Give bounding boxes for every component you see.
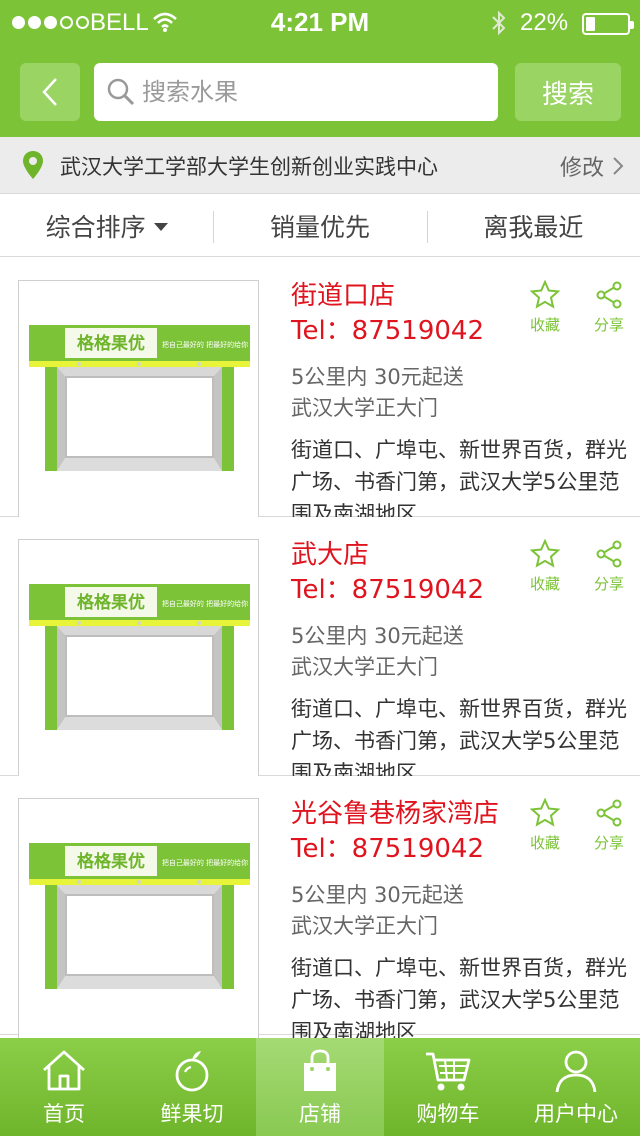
share-button[interactable]: 分享 [584, 280, 634, 335]
sort-bar: 综合排序 销量优先 离我最近 [0, 195, 640, 257]
store-service-area: 街道口、广埠屯、新世界百货，群光广场、书香门第，武汉大学5公里范围及南湖地区 [291, 697, 627, 785]
store-image: 格格果优 把自己最好的 把最好的给你 [18, 798, 259, 1041]
bottom-tab-bar: 首页 鲜果切 店铺 购物车 用户中心 [0, 1038, 640, 1136]
tab-shop[interactable]: 店铺 [256, 1038, 384, 1136]
back-button[interactable] [20, 63, 80, 121]
favorite-label: 收藏 [529, 575, 560, 593]
store-actions: 收藏 分享 [520, 798, 634, 853]
store-actions: 收藏 分享 [520, 280, 634, 335]
sort-tab-label: 综合排序 [45, 212, 146, 242]
share-button[interactable]: 分享 [584, 798, 634, 853]
store-service-area: 街道口、广埠屯、新世界百货，群光广场、书香门第，武汉大学5公里范围及南湖地区 [291, 956, 627, 1044]
store-service-area: 街道口、广埠屯、新世界百货，群光广场、书香门第，武汉大学5公里范围及南湖地区 [291, 438, 627, 526]
store-image: 格格果优 把自己最好的 把最好的给你 [18, 539, 259, 782]
store-delivery-terms: 5公里内 30元起送 [291, 624, 464, 648]
storefront-illustration: 格格果优 把自己最好的 把最好的给你 [19, 281, 258, 522]
cart-icon [426, 1052, 471, 1091]
svg-text:把自己最好的 把最好的给你: 把自己最好的 把最好的给你 [162, 599, 248, 608]
status-bar: BELL 4:21 PM 22% [0, 0, 640, 44]
share-icon [596, 281, 622, 309]
store-address: 武汉大学正大门 [291, 655, 438, 679]
sort-tab-label: 销量优先 [269, 212, 370, 242]
store-delivery-terms: 5公里内 30元起送 [291, 365, 464, 389]
svg-text:格格果优: 格格果优 [77, 851, 145, 872]
app-header: BELL 4:21 PM 22% 搜索 [0, 0, 640, 137]
store-delivery-terms: 5公里内 30元起送 [291, 883, 464, 907]
svg-text:格格果优: 格格果优 [77, 333, 145, 354]
sort-tab-nearest[interactable]: 离我最近 [426, 195, 640, 256]
tab-fresh-cut[interactable]: 鲜果切 [128, 1038, 256, 1136]
modify-address-button[interactable]: 修改 [560, 150, 624, 182]
storefront-illustration: 格格果优 把自己最好的 把最好的给你 [19, 540, 258, 781]
store-card[interactable]: 格格果优 把自己最好的 把最好的给你 武大店 Tel：87519042 5公里内 … [0, 517, 640, 785]
sort-tab-label: 离我最近 [483, 212, 584, 242]
store-card[interactable]: 格格果优 把自己最好的 把最好的给你 光谷鲁巷杨家湾店 Tel：87519042 … [0, 776, 640, 1044]
favorite-button[interactable]: 收藏 [520, 539, 570, 594]
share-button[interactable]: 分享 [584, 539, 634, 594]
tab-label: 首页 [43, 1102, 85, 1126]
battery-percent: 22% [520, 9, 569, 36]
tab-cart[interactable]: 购物车 [384, 1038, 512, 1136]
user-icon [555, 1050, 597, 1093]
sort-tab-sales[interactable]: 销量优先 [213, 195, 426, 256]
location-pin-icon [23, 151, 43, 179]
tab-home[interactable]: 首页 [0, 1038, 128, 1136]
fruit-icon [175, 1051, 209, 1092]
sort-tab-comprehensive[interactable]: 综合排序 [0, 195, 213, 256]
favorite-label: 收藏 [529, 834, 560, 852]
svg-text:把自己最好的 把最好的给你: 把自己最好的 把最好的给你 [162, 858, 248, 867]
store-image: 格格果优 把自己最好的 把最好的给你 [18, 280, 259, 523]
share-icon [596, 799, 622, 827]
store-actions: 收藏 分享 [520, 539, 634, 594]
svg-text:把自己最好的 把最好的给你: 把自己最好的 把最好的给你 [162, 340, 248, 349]
shop-bag-icon [304, 1049, 336, 1091]
tab-user-center[interactable]: 用户中心 [512, 1038, 640, 1136]
share-icon [596, 540, 622, 568]
chevron-left-icon [42, 78, 57, 106]
search-button[interactable]: 搜索 [515, 63, 621, 121]
home-icon [43, 1050, 85, 1091]
share-label: 分享 [593, 316, 624, 334]
tab-label: 购物车 [416, 1102, 480, 1126]
modify-label: 修改 [559, 156, 604, 181]
tab-label: 鲜果切 [160, 1102, 224, 1126]
share-label: 分享 [593, 834, 624, 852]
star-icon [530, 539, 560, 568]
favorite-label: 收藏 [529, 316, 560, 334]
search-input[interactable] [142, 78, 482, 106]
share-label: 分享 [593, 575, 624, 593]
tab-label: 用户中心 [534, 1102, 618, 1126]
store-card[interactable]: 格格果优 把自己最好的 把最好的给你 街道口店 Tel：87519042 5公里内… [0, 258, 640, 526]
delivery-address: 武汉大学工学部大学生创新创业实践中心 [60, 155, 438, 179]
search-icon [107, 78, 135, 106]
store-address: 武汉大学正大门 [291, 396, 438, 420]
caret-down-icon [153, 222, 168, 231]
tab-label: 店铺 [299, 1102, 341, 1126]
favorite-button[interactable]: 收藏 [520, 280, 570, 335]
bluetooth-icon [492, 10, 506, 36]
location-bar: 武汉大学工学部大学生创新创业实践中心 修改 [0, 137, 640, 194]
favorite-button[interactable]: 收藏 [520, 798, 570, 853]
chevron-right-icon [613, 157, 624, 175]
storefront-illustration: 格格果优 把自己最好的 把最好的给你 [19, 799, 258, 1040]
battery-icon [582, 13, 634, 35]
search-box[interactable] [94, 63, 498, 121]
store-address: 武汉大学正大门 [291, 914, 438, 938]
svg-text:格格果优: 格格果优 [77, 592, 145, 613]
star-icon [530, 280, 560, 309]
star-icon [530, 798, 560, 827]
